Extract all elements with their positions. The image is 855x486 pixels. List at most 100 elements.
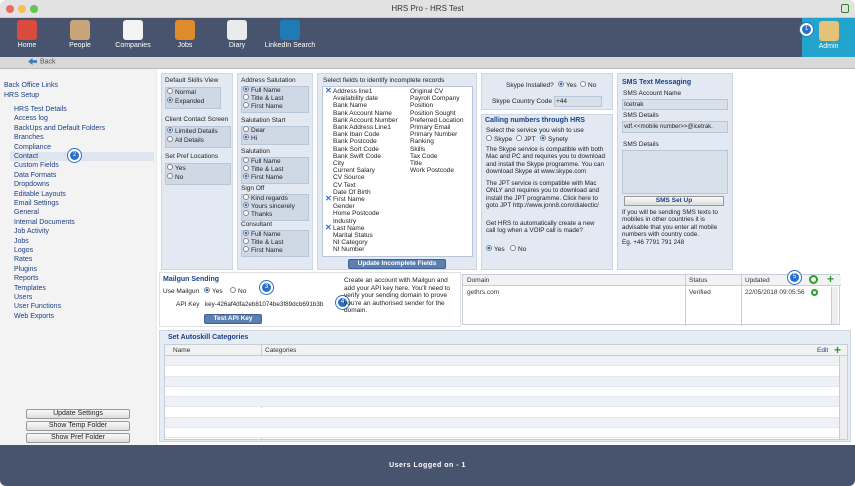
sidebar-item-jobs[interactable]: Jobs	[14, 237, 29, 246]
sidebar-item-reports[interactable]: Reports	[14, 274, 39, 283]
test-api-key-button[interactable]: Test API Key	[204, 314, 262, 324]
add-autoskill-icon[interactable]: +	[834, 344, 841, 356]
api-key-input[interactable]: key-426af4dfa2eb81074be3f89dcb691b3b	[205, 301, 323, 309]
col-status-header[interactable]: Status	[689, 276, 707, 286]
incomplete-field-item[interactable]: Work Postcode	[410, 167, 454, 175]
toolbar-home[interactable]: Home	[14, 20, 40, 49]
toolbar-jobs[interactable]: Jobs	[172, 20, 198, 49]
toolbar-diary[interactable]: Diary	[224, 20, 250, 49]
sidebar-item-backups-and-default-folders[interactable]: BackUps and Default Folders	[14, 124, 105, 133]
sidebar-item-web-exports[interactable]: Web Exports	[14, 312, 54, 321]
sms-setup-button[interactable]: SMS Set Up	[624, 196, 724, 206]
sidebar-item-data-formats[interactable]: Data Formats	[14, 171, 56, 180]
sidebar-item-job-activity[interactable]: Job Activity	[14, 227, 49, 236]
client-all-radio[interactable]: All Details	[167, 136, 204, 145]
voip-no-radio[interactable]: No	[510, 245, 526, 254]
sms-details2-input[interactable]	[622, 150, 728, 194]
sidebar-item-internal-documents[interactable]: Internal Documents	[14, 218, 75, 227]
skills-expanded-radio[interactable]: Expanded	[167, 97, 204, 106]
table-row[interactable]	[165, 397, 839, 408]
toolbar-people[interactable]: People	[66, 20, 94, 49]
salstart-hi-radio[interactable]: Hi	[243, 134, 257, 143]
signoff-yours-radio[interactable]: Yours sincerely	[243, 202, 295, 211]
sidebar-back-office-links[interactable]: Back Office Links	[4, 81, 58, 90]
sidebar-item-dropdowns[interactable]: Dropdowns	[14, 180, 49, 189]
toolbar-companies[interactable]: Companies	[114, 20, 152, 49]
table-row[interactable]	[165, 376, 839, 387]
sidebar-item-templates[interactable]: Templates	[14, 284, 46, 293]
refresh-row-icon[interactable]	[811, 289, 818, 296]
col-name-header[interactable]: Name	[173, 346, 190, 356]
col-domain-header[interactable]: Domain	[467, 276, 489, 286]
skills-normal-radio[interactable]: Normal	[167, 88, 196, 97]
toolbar-linkedin-search[interactable]: LinkedIn Search	[262, 20, 318, 49]
radio-icon	[167, 136, 173, 143]
refresh-domains-icon[interactable]	[809, 275, 818, 284]
sidebar-item-custom-fields[interactable]: Custom Fields	[14, 161, 59, 170]
sal-title-last-radio[interactable]: Title & Last	[243, 165, 283, 174]
minimize-window-button[interactable]	[18, 5, 26, 13]
mailgun-no-radio[interactable]: No	[230, 287, 246, 296]
table-row[interactable]	[165, 428, 839, 439]
pref-yes-radio[interactable]: Yes	[167, 164, 186, 173]
service-skype-radio[interactable]: Skype	[486, 135, 512, 144]
sidebar-item-editable-layouts[interactable]: Editable Layouts	[14, 190, 66, 199]
mailgun-yes-label: Yes	[212, 288, 223, 295]
skype-no-radio[interactable]: No	[580, 81, 596, 90]
pref-no-radio[interactable]: No	[167, 173, 183, 182]
sal-full-radio[interactable]: Full Name	[243, 157, 281, 166]
sidebar-item-logos[interactable]: Logos	[14, 246, 33, 255]
radio-icon	[167, 164, 173, 171]
domain-table-scrollbar[interactable]	[831, 287, 838, 324]
mailgun-yes-radio[interactable]: Yes	[204, 287, 223, 296]
service-jpt-radio[interactable]: JPT	[516, 135, 536, 144]
sidebar-item-email-settings[interactable]: Email Settings	[14, 199, 59, 208]
table-row[interactable]	[165, 386, 839, 398]
service-synety-radio[interactable]: Synety	[540, 135, 568, 144]
signoff-thanks-radio[interactable]: Thanks	[243, 210, 272, 219]
show-pref-folder-button[interactable]: Show Pref Folder	[26, 433, 130, 443]
close-window-button[interactable]	[6, 5, 14, 13]
addr-full-radio[interactable]: Full Name	[243, 86, 281, 95]
consultant-full-radio[interactable]: Full Name	[243, 230, 281, 239]
sidebar-item-contact[interactable]: Contact	[10, 152, 154, 161]
sidebar-hrs-setup[interactable]: HRS Setup	[4, 91, 39, 100]
pref-locations-title: Set Pref Locations	[165, 153, 219, 160]
sidebar-item-branches[interactable]: Branches	[14, 133, 44, 142]
sidebar-item-rates[interactable]: Rates	[14, 255, 32, 264]
table-row[interactable]	[165, 407, 839, 418]
table-row[interactable]	[165, 417, 839, 429]
update-settings-button[interactable]: Update Settings	[26, 409, 130, 419]
client-limited-radio[interactable]: Limited Details	[167, 127, 218, 136]
sidebar-item-user-functions[interactable]: User Functions	[14, 302, 61, 311]
addr-title-last-radio[interactable]: Title & Last	[243, 94, 283, 103]
sidebar-item-hrs-test-details[interactable]: HRS Test Details	[14, 105, 67, 114]
addr-first-radio[interactable]: First Name	[243, 102, 283, 111]
table-row[interactable]	[165, 366, 839, 377]
autoskill-scrollbar[interactable]	[839, 356, 847, 439]
autoskill-edit-link[interactable]: Edit	[817, 346, 828, 356]
update-incomplete-fields-button[interactable]: Update Incomplete Fields	[348, 259, 446, 269]
sal-first-radio[interactable]: First Name	[243, 173, 283, 182]
incomplete-field-item[interactable]: NI Number	[333, 246, 364, 254]
sidebar-item-compliance[interactable]: Compliance	[14, 143, 51, 152]
sidebar-item-general[interactable]: General	[14, 208, 39, 217]
main-toolbar: Home People Companies Jobs Diary LinkedI…	[0, 18, 855, 57]
lock-icon[interactable]	[841, 4, 849, 13]
col-updated-header[interactable]: Updated	[745, 276, 770, 286]
sidebar-item-plugins[interactable]: Plugins	[14, 265, 37, 274]
add-domain-icon[interactable]: +	[827, 273, 834, 285]
signoff-kind-radio[interactable]: Kind regards	[243, 194, 288, 203]
sidebar-item-access-log[interactable]: Access log	[14, 114, 48, 123]
voip-yes-radio[interactable]: Yes	[486, 245, 505, 254]
table-row[interactable]	[165, 356, 839, 367]
domain-cell[interactable]: gethrs.com	[467, 288, 499, 298]
sidebar-item-users[interactable]: Users	[14, 293, 32, 302]
col-categories-header[interactable]: Categories	[265, 346, 296, 356]
skype-yes-radio[interactable]: Yes	[558, 81, 577, 90]
back-button[interactable]: Back	[28, 58, 56, 65]
consultant-title-last-radio[interactable]: Title & Last	[243, 238, 283, 247]
show-temp-folder-button[interactable]: Show Temp Folder	[26, 421, 130, 431]
zoom-window-button[interactable]	[30, 5, 38, 13]
consultant-first-radio[interactable]: First Name	[243, 246, 283, 255]
